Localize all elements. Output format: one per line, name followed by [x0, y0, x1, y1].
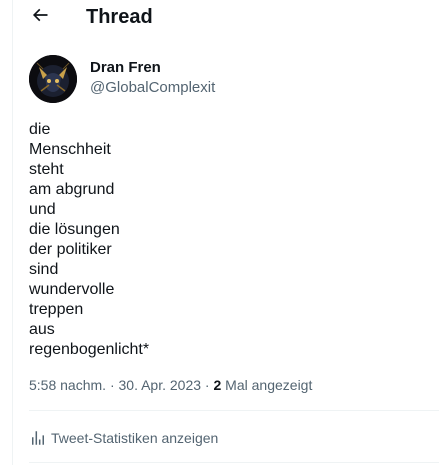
avatar[interactable] — [29, 55, 77, 103]
divider — [29, 410, 439, 411]
author-display-name[interactable]: Dran Fren — [90, 59, 161, 77]
tweet-analytics-label: Tweet-Statistiken anzeigen — [51, 430, 219, 446]
arrow-left-icon — [30, 5, 50, 30]
tweet-text-line: Menschheit — [29, 141, 111, 158]
views-label: Mal angezeigt — [221, 377, 313, 393]
tweet-text-line: sind — [29, 261, 59, 278]
bar-chart-icon — [29, 429, 47, 447]
back-button[interactable] — [29, 6, 51, 28]
tweet-timestamp[interactable]: 5:58 nachm. · 30. Apr. 2023 — [29, 377, 201, 393]
divider — [29, 462, 439, 463]
tweet-meta: 5:58 nachm. · 30. Apr. 2023 · 2 Mal ange… — [29, 376, 312, 394]
tweet-text-line: treppen — [29, 301, 84, 318]
thread-column: Thread Dran Fren @GlobalComplexit die Men… — [12, 0, 439, 465]
avatar-image — [29, 55, 77, 103]
author-handle[interactable]: @GlobalComplexit — [90, 79, 215, 97]
tweet-text-line: die lösungen — [29, 221, 120, 238]
thread-header: Thread — [13, 0, 439, 34]
tweet-date: 30. Apr. 2023 — [118, 377, 202, 393]
tweet-text-line: am abgrund — [29, 181, 115, 198]
tweet-text-line: steht — [29, 161, 64, 178]
tweet-text-line: regenbogenlicht* — [29, 341, 150, 358]
tweet-text-line: der politiker — [29, 241, 112, 258]
tweet-text-line: wundervolle — [29, 281, 115, 298]
tweet-analytics-link[interactable]: Tweet-Statistiken anzeigen — [29, 428, 218, 448]
tweet-text-line: und — [29, 201, 56, 218]
tweet-time: 5:58 nachm. — [29, 377, 107, 393]
meta-separator: · — [201, 377, 214, 393]
page-title: Thread — [86, 6, 153, 28]
meta-separator: · — [106, 377, 119, 393]
tweet-text-line: aus — [29, 321, 55, 338]
tweet-text-line: die — [29, 121, 51, 138]
tweet-text: die Menschheit steht am abgrund und die lösun… — [29, 120, 409, 360]
